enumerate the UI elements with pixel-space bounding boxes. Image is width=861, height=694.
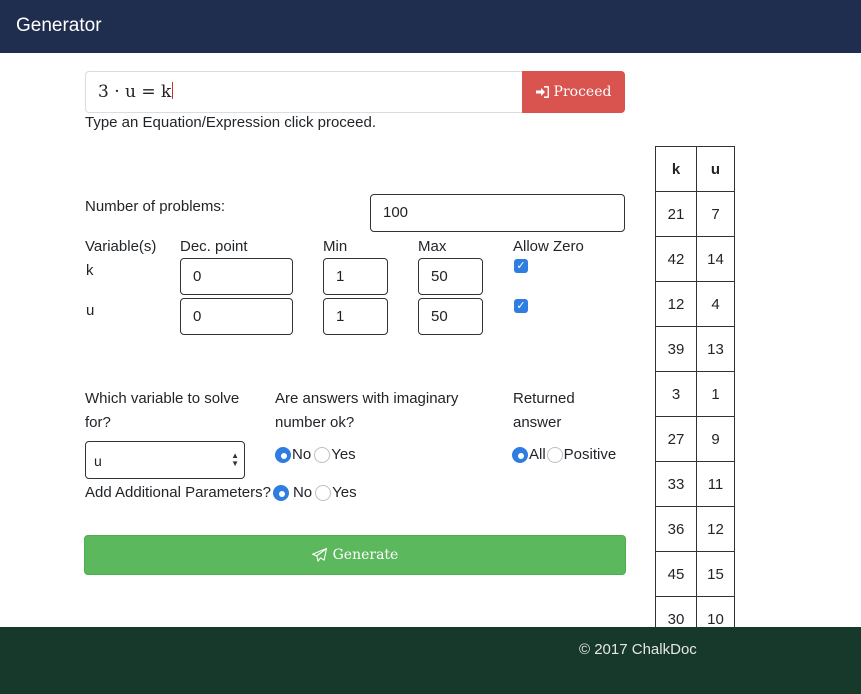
allow-zero-checkbox-u[interactable]: ✓ [514, 299, 528, 313]
num-problems-label: Number of problems: [85, 198, 226, 215]
imaginary-radio-group: No Yes [275, 446, 356, 463]
variable-name-u: u [86, 302, 95, 319]
table-cell: 13 [696, 326, 735, 372]
max-input-u[interactable]: 50 [418, 298, 483, 335]
allow-zero-checkbox-k[interactable]: ✓ [514, 259, 528, 273]
table-cell: 27 [655, 416, 697, 462]
table-row: 27 9 [655, 416, 735, 462]
table-cell: 33 [655, 461, 697, 507]
col-max: Max [418, 238, 447, 255]
equation-input[interactable]: 3 · u = k [85, 71, 523, 113]
table-cell: 21 [655, 191, 697, 237]
returned-positive-radio[interactable] [546, 446, 563, 463]
equation-hint: Type an Equation/Expression click procee… [85, 114, 376, 131]
imaginary-label: Are answers with imaginary [275, 390, 459, 407]
text-caret [172, 82, 174, 99]
num-problems-input[interactable]: 100 [370, 194, 625, 232]
returned-radio-group: All Positive [512, 446, 616, 463]
table-cell: 42 [655, 236, 697, 282]
col-variables: Variable(s) [85, 238, 157, 255]
column-header-u: u [696, 146, 735, 192]
additional-yes-radio[interactable] [315, 484, 332, 501]
additional-params-label: Add Additional Parameters? [85, 484, 271, 501]
additional-yes-label[interactable]: Yes [332, 484, 356, 501]
table-header-row: k u [655, 146, 735, 192]
table-row: 39 13 [655, 326, 735, 372]
returned-positive-label[interactable]: Positive [564, 446, 617, 463]
table-row: 33 11 [655, 461, 735, 507]
proceed-button[interactable]: Proceed [522, 71, 625, 113]
equation-value: 3 · u = k [98, 82, 172, 102]
max-input-k[interactable]: 50 [418, 258, 483, 295]
dec-point-value: 0 [193, 308, 202, 325]
solve-for-value: u [94, 453, 102, 469]
table-cell: 12 [696, 506, 735, 552]
table-cell: 4 [696, 281, 735, 327]
sign-in-icon [535, 86, 549, 98]
solve-for-label-2: for? [85, 414, 111, 431]
table-cell: 30 [655, 596, 697, 627]
dec-point-input-u[interactable]: 0 [180, 298, 293, 335]
table-cell: 15 [696, 551, 735, 597]
imaginary-yes-radio[interactable] [314, 446, 331, 463]
returned-all-radio[interactable] [512, 446, 528, 463]
proceed-label: Proceed [553, 84, 612, 100]
additional-no-radio[interactable] [272, 484, 289, 501]
col-allow-zero: Allow Zero [513, 238, 584, 255]
solve-for-select[interactable]: u ▲ ▼ [85, 441, 245, 479]
table-row: 42 14 [655, 236, 735, 282]
table-row: 30 10 [655, 596, 735, 627]
additional-no-label[interactable]: No [293, 484, 312, 501]
navbar: Generator [0, 0, 861, 53]
max-value: 50 [431, 308, 448, 325]
dec-point-value: 0 [193, 268, 202, 285]
app-title[interactable]: Generator [16, 15, 102, 37]
dec-point-input-k[interactable]: 0 [180, 258, 293, 295]
footer: © 2017 ChalkDoc [0, 627, 861, 694]
solve-for-label: Which variable to solve [85, 390, 240, 407]
table-cell: 11 [696, 461, 735, 507]
table-row: 45 15 [655, 551, 735, 597]
imaginary-no-radio[interactable] [275, 446, 291, 463]
returned-label-2: answer [513, 414, 562, 431]
min-input-u[interactable]: 1 [323, 298, 388, 335]
column-header-k: k [655, 146, 697, 192]
additional-params-group: Add Additional Parameters? No Yes [85, 484, 357, 501]
table-cell: 45 [655, 551, 697, 597]
select-arrows-icon: ▲ ▼ [231, 451, 239, 468]
variable-name-k: k [86, 262, 94, 279]
results-table-container: k u 21 7 42 14 12 4 39 13 3 1 27 9 33 11 36 12 45 15 30 10 [655, 146, 735, 627]
col-dec-point: Dec. point [180, 238, 248, 255]
table-cell: 10 [696, 596, 735, 627]
table-cell: 39 [655, 326, 697, 372]
paper-plane-icon [311, 548, 327, 562]
min-value: 1 [336, 308, 345, 325]
table-cell: 14 [696, 236, 735, 282]
returned-all-label[interactable]: All [529, 446, 546, 463]
imaginary-yes-label[interactable]: Yes [331, 446, 355, 463]
max-value: 50 [431, 268, 448, 285]
num-problems-value: 100 [383, 204, 409, 221]
imaginary-label-2: number ok? [275, 414, 355, 431]
generate-label: Generate [332, 547, 399, 563]
table-cell: 36 [655, 506, 697, 552]
table-row: 12 4 [655, 281, 735, 327]
table-cell: 12 [655, 281, 697, 327]
returned-label: Returned [513, 390, 575, 407]
table-row: 31 [655, 371, 735, 417]
table-cell: 1 [696, 371, 735, 417]
imaginary-no-label[interactable]: No [292, 446, 311, 463]
generate-button[interactable]: Generate [84, 535, 626, 575]
table-cell: 7 [696, 191, 735, 237]
table-row: 21 7 [655, 191, 735, 237]
table-row: 36 12 [655, 506, 735, 552]
min-value: 1 [336, 268, 345, 285]
copyright-text: © 2017 ChalkDoc [579, 641, 697, 658]
col-min: Min [323, 238, 348, 255]
table-cell: 9 [696, 416, 735, 462]
table-cell: 3 [655, 371, 697, 417]
results-table: k u 21 7 42 14 12 4 39 13 3 1 27 9 33 11 36 12 45 15 30 10 [655, 146, 735, 627]
min-input-k[interactable]: 1 [323, 258, 388, 295]
